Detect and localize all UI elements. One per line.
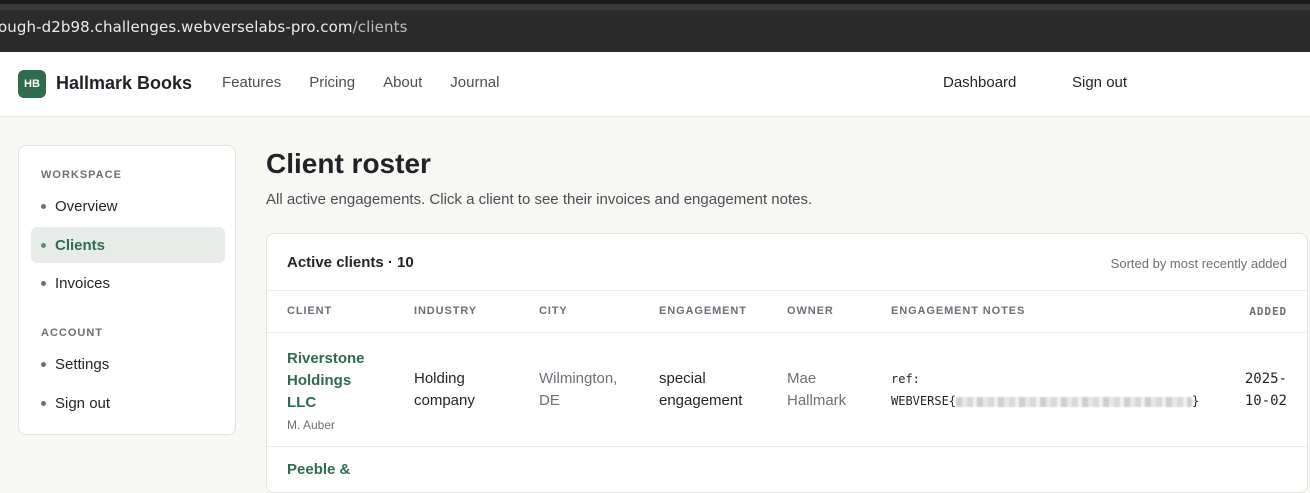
nav-links: Features Pricing About Journal — [222, 74, 499, 91]
column-header-added: ADDED — [1249, 305, 1287, 318]
industry-line: Holding — [414, 370, 465, 387]
sidebar-item-invoices[interactable]: Invoices — [31, 265, 225, 301]
nav-sign-out-link[interactable]: Sign out — [1072, 74, 1127, 91]
added-date-cell: 2025- 10-02 — [1245, 368, 1287, 412]
url-host: ough-d2b98.challenges.webverselabs-pro.c… — [0, 18, 353, 36]
client-name-line[interactable]: Holdings — [287, 370, 377, 392]
brand-name[interactable]: Hallmark Books — [56, 73, 192, 94]
card-title: Active clients · 10 — [287, 254, 414, 271]
redacted-blur — [956, 396, 1193, 407]
sidebar-heading-workspace: WORKSPACE — [41, 169, 122, 181]
top-navigation: HB Hallmark Books Features Pricing About… — [0, 52, 1310, 117]
sidebar-item-label: Sign out — [55, 394, 111, 412]
address-bar[interactable]: ough-d2b98.challenges.webverselabs-pro.c… — [0, 18, 408, 36]
city-cell: Wilmington, DE — [539, 368, 617, 412]
engagement-notes-cell: ref: WEBVERSE{} — [891, 368, 1199, 412]
notes-flag-close: } — [1192, 394, 1200, 408]
browser-tab-divider — [0, 4, 1310, 10]
bullet-icon — [41, 361, 46, 367]
column-header-engagement: ENGAGEMENT — [659, 305, 747, 317]
sidebar-item-label: Clients — [55, 236, 106, 254]
nav-link-pricing[interactable]: Pricing — [309, 74, 355, 91]
engagement-cell: special engagement — [659, 368, 742, 412]
owner-line: Hallmark — [787, 392, 847, 409]
table-header: CLIENT INDUSTRY CITY ENGAGEMENT OWNER EN… — [267, 290, 1307, 333]
bullet-icon — [41, 400, 46, 406]
column-header-client: CLIENT — [287, 305, 333, 317]
added-line: 2025- — [1244, 371, 1287, 387]
client-contact: M. Auber — [287, 418, 336, 432]
sidebar-item-label: Invoices — [55, 274, 111, 292]
added-line: 10-02 — [1244, 393, 1287, 409]
bullet-icon — [41, 203, 46, 209]
owner-cell: Mae Hallmark — [787, 368, 846, 412]
column-header-city: CITY — [539, 305, 568, 317]
next-row-client-name[interactable]: Peeble & — [287, 461, 350, 478]
column-header-engagement-notes: ENGAGEMENT NOTES — [891, 305, 1026, 317]
city-line: Wilmington, — [539, 370, 618, 387]
sidebar-item-overview[interactable]: Overview — [31, 188, 225, 224]
nav-link-about[interactable]: About — [383, 74, 422, 91]
page-title: Client roster — [266, 148, 431, 179]
notes-flag: WEBVERSE{} — [891, 390, 1199, 412]
sidebar-item-sign-out[interactable]: Sign out — [31, 385, 225, 421]
client-name-line[interactable]: Riverstone — [287, 348, 377, 370]
engagement-line: special — [659, 370, 706, 387]
sidebar-item-settings[interactable]: Settings — [31, 346, 225, 382]
notes-flag-open: WEBVERSE{ — [891, 394, 957, 408]
sidebar-item-label: Settings — [55, 355, 110, 373]
client-cell[interactable]: Riverstone Holdings LLC M. Auber — [287, 348, 377, 433]
client-name-line[interactable]: LLC — [287, 392, 377, 414]
sort-note: Sorted by most recently added — [1110, 256, 1287, 271]
column-header-owner: OWNER — [787, 305, 834, 317]
sidebar: WORKSPACE Overview Clients Invoices ACCO… — [18, 145, 236, 435]
nav-link-journal[interactable]: Journal — [450, 74, 499, 91]
notes-prefix: ref: — [891, 372, 920, 386]
bullet-icon — [41, 280, 46, 286]
sidebar-item-clients[interactable]: Clients — [31, 227, 225, 263]
city-line: DE — [539, 392, 560, 409]
owner-line: Mae — [787, 370, 817, 387]
sidebar-item-label: Overview — [55, 197, 118, 215]
browser-url-bar: ough-d2b98.challenges.webverselabs-pro.c… — [0, 0, 1310, 52]
clients-card: Active clients · 10 Sorted by most recen… — [266, 233, 1308, 493]
engagement-line: engagement — [659, 392, 743, 409]
table-row[interactable]: Riverstone Holdings LLC M. Auber Holding… — [267, 333, 1307, 447]
page-subtitle: All active engagements. Click a client t… — [266, 191, 813, 208]
sidebar-heading-account: ACCOUNT — [41, 327, 103, 339]
dashboard-link[interactable]: Dashboard — [943, 74, 1016, 91]
industry-cell: Holding company — [414, 368, 475, 412]
url-path: /clients — [352, 18, 408, 36]
industry-line: company — [414, 392, 475, 409]
column-header-industry: INDUSTRY — [414, 305, 478, 317]
nav-link-features[interactable]: Features — [222, 74, 281, 91]
brand-logo[interactable]: HB — [18, 70, 46, 98]
bullet-icon — [41, 242, 46, 248]
